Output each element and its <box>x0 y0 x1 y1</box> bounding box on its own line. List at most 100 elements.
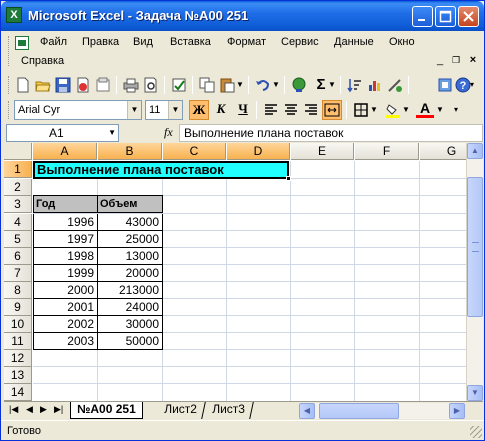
last-sheet-icon[interactable]: ▶| <box>54 404 63 415</box>
sort-ascending-icon[interactable] <box>346 76 364 94</box>
toolbar-grip[interactable] <box>8 101 11 119</box>
table-cell[interactable]: 30000 <box>98 316 163 333</box>
borders-icon[interactable] <box>352 101 370 119</box>
row-header-6[interactable]: 6 <box>4 248 32 265</box>
table-cell[interactable]: 24000 <box>98 299 163 316</box>
row-header-14[interactable]: 14 <box>4 384 32 401</box>
menu-tools[interactable]: Сервис <box>281 36 319 48</box>
menu-view[interactable]: Вид <box>133 36 153 48</box>
row-header-5[interactable]: 5 <box>4 231 32 248</box>
font-name-select[interactable]: Arial Cyr ▼ <box>14 100 142 120</box>
font-color-icon[interactable]: A <box>416 101 434 118</box>
doc-close-icon[interactable]: × <box>467 54 479 66</box>
close-button[interactable] <box>458 6 479 27</box>
table-cell[interactable]: 1996 <box>33 214 98 231</box>
align-right-icon[interactable] <box>302 101 320 119</box>
table-cell[interactable]: 2003 <box>33 333 98 350</box>
row-header-3[interactable]: 3 <box>4 196 32 213</box>
first-sheet-icon[interactable]: |◀ <box>9 404 18 415</box>
font-color-dropdown-icon[interactable]: ▼ <box>436 101 454 119</box>
minimize-button[interactable] <box>412 6 433 27</box>
vertical-scrollbar[interactable]: ▲ ▼ <box>466 143 483 401</box>
italic-button[interactable]: К <box>211 100 231 120</box>
column-header-a[interactable]: A <box>33 143 97 160</box>
chart-icon[interactable] <box>366 76 384 94</box>
row-header-13[interactable]: 13 <box>4 367 32 384</box>
excel-app-icon[interactable]: X <box>6 7 22 23</box>
table-cell[interactable]: 50000 <box>98 333 163 350</box>
horizontal-scroll-thumb[interactable] <box>319 403 399 419</box>
table-cell[interactable]: 43000 <box>98 214 163 231</box>
workbook-icon[interactable] <box>15 36 29 50</box>
underline-button[interactable]: Ч <box>233 100 253 120</box>
sheet-tab-2[interactable]: Лист2 <box>156 402 206 419</box>
menu-edit[interactable]: Правка <box>82 36 119 48</box>
menu-data[interactable]: Данные <box>334 36 374 48</box>
column-header-g[interactable]: G <box>420 143 466 160</box>
menu-file[interactable]: Файл <box>40 36 67 48</box>
font-size-select[interactable]: 11 ▼ <box>145 100 183 120</box>
scroll-down-icon[interactable]: ▼ <box>467 385 483 401</box>
table-cell[interactable]: 20000 <box>98 265 163 282</box>
print-preview-icon[interactable] <box>142 76 160 94</box>
row-header-7[interactable]: 7 <box>4 265 32 282</box>
email-icon[interactable] <box>94 76 112 94</box>
column-header-b[interactable]: B <box>98 143 162 160</box>
spelling-icon[interactable] <box>170 76 188 94</box>
menu-window[interactable]: Окно <box>389 36 415 48</box>
row-header-8[interactable]: 8 <box>4 282 32 299</box>
fill-color-icon[interactable] <box>384 101 402 119</box>
header-cell-volume[interactable]: Объем <box>98 195 163 213</box>
column-header-f[interactable]: F <box>355 143 419 160</box>
column-header-e[interactable]: E <box>291 143 354 160</box>
table-cell[interactable]: 1998 <box>33 248 98 265</box>
select-all-corner[interactable] <box>4 143 32 160</box>
doc-minimize-icon[interactable]: _ <box>434 54 446 66</box>
align-left-icon[interactable] <box>262 101 280 119</box>
horizontal-scrollbar[interactable]: ◀ ▶ <box>299 403 465 419</box>
autosum-dropdown-icon[interactable]: ▼ <box>328 76 346 94</box>
column-header-c[interactable]: C <box>163 143 226 160</box>
hyperlink-icon[interactable] <box>290 76 308 94</box>
menu-insert[interactable]: Вставка <box>170 36 211 48</box>
table-cell[interactable]: 13000 <box>98 248 163 265</box>
open-icon[interactable] <box>34 76 52 94</box>
fx-icon[interactable]: fx <box>164 125 173 140</box>
header-cell-year[interactable]: Год <box>33 195 98 213</box>
resize-grip-icon[interactable] <box>470 426 482 438</box>
scroll-up-icon[interactable]: ▲ <box>467 143 483 159</box>
next-sheet-icon[interactable]: ▶ <box>40 404 47 415</box>
title-cell-a1[interactable]: Выполнение плана поставок <box>33 161 289 179</box>
sheet-tab-3[interactable]: Лист3 <box>204 402 254 419</box>
chevron-down-icon[interactable]: ▼ <box>168 101 182 119</box>
fill-handle[interactable] <box>286 176 291 181</box>
name-box[interactable]: A1 ▼ <box>6 124 119 142</box>
table-cell[interactable]: 2000 <box>33 282 98 299</box>
print-icon[interactable] <box>122 76 140 94</box>
toolbar-grip[interactable] <box>8 76 11 94</box>
align-center-icon[interactable] <box>282 101 300 119</box>
paste-icon[interactable] <box>218 76 236 94</box>
menu-format[interactable]: Формат <box>227 36 266 48</box>
drawing-icon[interactable] <box>386 76 404 94</box>
merge-center-button[interactable] <box>322 100 342 120</box>
bold-button[interactable]: Ж <box>189 100 209 120</box>
menu-grip[interactable] <box>8 36 11 66</box>
row-header-11[interactable]: 11 <box>4 333 32 350</box>
chevron-down-icon[interactable]: ▼ <box>108 125 116 141</box>
menu-help[interactable]: Справка <box>21 55 64 67</box>
row-header-10[interactable]: 10 <box>4 316 32 333</box>
row-header-1[interactable]: 1 <box>4 161 32 178</box>
table-cell[interactable]: 2002 <box>33 316 98 333</box>
toolbar-options-icon[interactable]: ▾ <box>470 76 485 94</box>
toolbar-options-icon[interactable]: ▾ <box>454 101 472 119</box>
title-bar[interactable]: X Microsoft Excel - Задача №А00 251 <box>1 1 484 31</box>
permission-icon[interactable] <box>74 76 92 94</box>
scroll-left-icon[interactable]: ◀ <box>299 403 315 419</box>
formula-input[interactable]: Выполнение плана поставок <box>179 124 483 142</box>
research-icon[interactable] <box>436 76 454 94</box>
row-header-9[interactable]: 9 <box>4 299 32 316</box>
table-cell[interactable]: 2001 <box>33 299 98 316</box>
copy-icon[interactable] <box>198 76 216 94</box>
column-header-d[interactable]: D <box>227 143 290 160</box>
